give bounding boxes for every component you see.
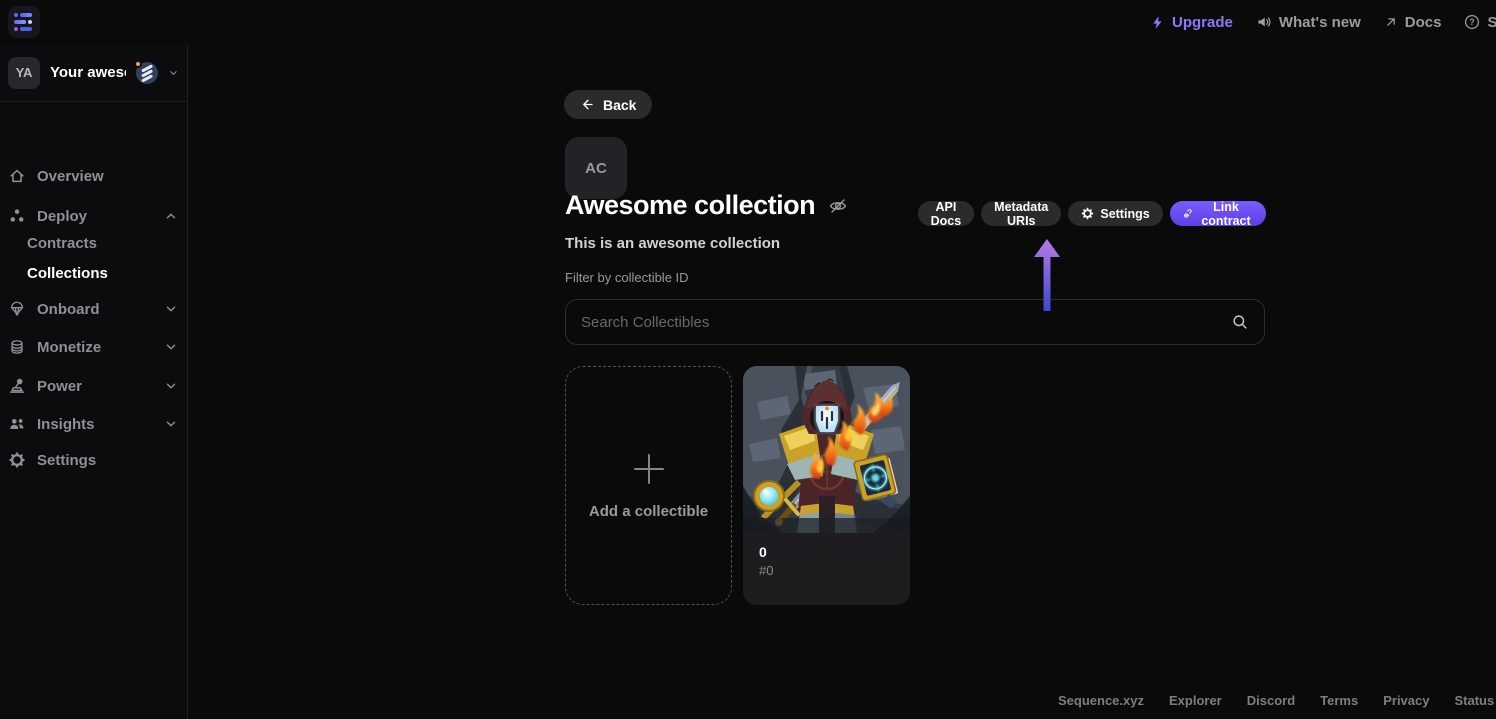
support-button[interactable]: ? Support xyxy=(1464,14,1496,31)
gear-icon xyxy=(1081,207,1094,220)
gear-icon xyxy=(8,451,26,469)
sequence-logo-icon[interactable] xyxy=(8,6,40,38)
footer-link-privacy[interactable]: Privacy xyxy=(1383,693,1429,708)
whats-new-label: What's new xyxy=(1279,14,1361,31)
sidebar-item-label: Contracts xyxy=(27,235,97,252)
collection-description: This is an awesome collection xyxy=(565,235,780,252)
project-avatar: YA xyxy=(8,57,40,89)
chevron-up-icon xyxy=(164,209,178,223)
search-box xyxy=(565,299,1265,345)
sidebar-item-label: Settings xyxy=(37,452,178,469)
sidebar-item-overview[interactable]: Overview xyxy=(0,163,188,189)
api-docs-label: API Docs xyxy=(931,200,962,228)
docs-label: Docs xyxy=(1405,14,1442,31)
sidebar-item-label: Power xyxy=(37,378,153,395)
add-collectible-label: Add a collectible xyxy=(589,503,708,520)
chevron-down-icon xyxy=(164,340,178,354)
upgrade-label: Upgrade xyxy=(1172,14,1233,31)
chevron-down-icon xyxy=(164,379,178,393)
sidebar-item-monetize[interactable]: Monetize xyxy=(0,334,188,360)
search-input[interactable] xyxy=(581,314,1221,331)
chevron-down-icon xyxy=(164,302,178,316)
footer-link-status[interactable]: Status xyxy=(1454,693,1494,708)
link-contract-icon xyxy=(1183,206,1193,221)
footer-link-discord[interactable]: Discord xyxy=(1247,693,1295,708)
sidebar: YA Your aweso… Overview Deploy Contracts xyxy=(0,44,188,719)
collectible-token-id: #0 xyxy=(759,563,894,578)
svg-text:?: ? xyxy=(1470,17,1475,27)
collectible-meta: 0 #0 xyxy=(743,533,910,578)
docs-button[interactable]: Docs xyxy=(1384,14,1442,31)
api-docs-button[interactable]: API Docs xyxy=(918,201,975,226)
plus-icon xyxy=(631,451,667,487)
chevron-down-icon xyxy=(164,417,178,431)
footer: Sequence.xyz Explorer Discord Terms Priv… xyxy=(1058,693,1496,708)
sidebar-item-deploy[interactable]: Deploy xyxy=(0,203,188,229)
sidebar-item-insights[interactable]: Insights xyxy=(0,411,188,437)
sidebar-item-label: Overview xyxy=(37,168,178,185)
arrow-up-right-icon xyxy=(1384,15,1398,29)
sidebar-item-label: Onboard xyxy=(37,301,153,318)
question-circle-icon: ? xyxy=(1464,14,1480,30)
page-title: Awesome collection xyxy=(565,190,815,221)
link-contract-label: Link contract xyxy=(1199,200,1253,228)
project-name: Your aweso… xyxy=(50,64,126,81)
notification-dot xyxy=(134,60,142,68)
chevron-down-icon xyxy=(168,66,179,80)
footer-link-explorer[interactable]: Explorer xyxy=(1169,693,1222,708)
settings-button[interactable]: Settings xyxy=(1068,201,1162,226)
upgrade-button[interactable]: Upgrade xyxy=(1150,14,1233,31)
eye-off-icon xyxy=(828,196,848,216)
sidebar-item-onboard[interactable]: Onboard xyxy=(0,296,188,322)
collectible-name: 0 xyxy=(759,544,894,560)
link-contract-button[interactable]: Link contract xyxy=(1170,201,1266,226)
collection-actions: API Docs Metadata URIs Settings Link con… xyxy=(929,201,1266,226)
collection-title-row: Awesome collection xyxy=(565,190,848,221)
lightning-icon xyxy=(1150,15,1165,30)
filter-label: Filter by collectible ID xyxy=(565,270,689,285)
settings-label: Settings xyxy=(1100,207,1149,221)
app-window: Upgrade What's new Docs ? Support YA You… xyxy=(0,0,1496,719)
metadata-uris-button[interactable]: Metadata URIs xyxy=(981,201,1061,226)
support-label: Support xyxy=(1487,14,1496,31)
sidebar-item-label: Deploy xyxy=(37,208,153,225)
deploy-nodes-icon xyxy=(8,207,26,225)
back-button[interactable]: Back xyxy=(564,90,652,119)
arrow-left-icon xyxy=(580,97,595,112)
sidebar-item-label: Monetize xyxy=(37,339,153,356)
sidebar-item-power[interactable]: Power xyxy=(0,373,188,399)
sidebar-item-settings[interactable]: Settings xyxy=(0,447,188,473)
sequence-wallet-badge-icon[interactable] xyxy=(136,62,158,84)
footer-link-sequence[interactable]: Sequence.xyz xyxy=(1058,693,1144,708)
collectible-card[interactable]: 0 #0 xyxy=(743,366,910,605)
whats-new-button[interactable]: What's new xyxy=(1256,14,1361,31)
search-icon[interactable] xyxy=(1231,313,1249,331)
metadata-uris-label: Metadata URIs xyxy=(994,200,1048,228)
coins-icon xyxy=(8,338,26,356)
parachute-icon xyxy=(8,300,26,318)
top-bar: Upgrade What's new Docs ? Support xyxy=(0,0,1496,44)
home-icon xyxy=(8,167,26,185)
sidebar-item-label: Collections xyxy=(27,265,108,282)
megaphone-icon xyxy=(1256,14,1272,30)
sidebar-item-contracts[interactable]: Contracts xyxy=(27,232,97,254)
footer-link-terms[interactable]: Terms xyxy=(1320,693,1358,708)
project-switcher[interactable]: YA Your aweso… xyxy=(0,44,187,102)
collectible-artwork xyxy=(743,366,910,533)
sidebar-item-label: Insights xyxy=(37,416,153,433)
top-nav: Upgrade What's new Docs ? Support xyxy=(1150,0,1496,44)
back-label: Back xyxy=(603,97,636,113)
people-icon xyxy=(8,415,26,433)
joystick-icon xyxy=(8,377,26,395)
add-collectible-card[interactable]: Add a collectible xyxy=(565,366,732,605)
sidebar-item-collections[interactable]: Collections xyxy=(27,262,108,284)
